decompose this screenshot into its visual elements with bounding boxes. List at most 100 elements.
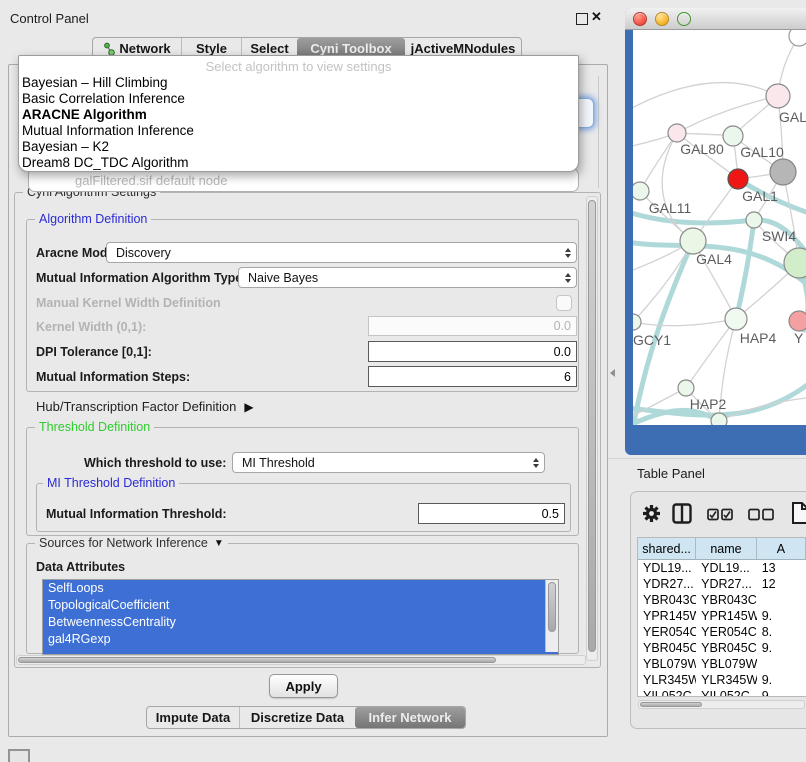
table-cell: YBR043C [638,592,696,608]
minimize-window-icon[interactable] [655,12,669,26]
settings-horizontal-scrollbar[interactable] [16,655,586,665]
chevron-down-icon[interactable]: ▼ [214,538,224,549]
table-row[interactable]: YBR045CYBR045C9. [638,640,806,656]
close-window-icon[interactable] [633,12,647,26]
attribute-item-topologicalcoefficient[interactable]: TopologicalCoefficient [43,597,558,614]
application-window: Control Panel ✕ NetworkStyleSelectCyni T… [0,0,806,762]
network-window-titlebar[interactable] [625,8,806,30]
table-row[interactable]: YDL19...YDL19...13 [638,560,806,576]
combo-spinner-icon [559,268,576,287]
table-panel-separator [608,458,806,459]
network-node[interactable] [711,413,727,425]
algorithm-option-dream8-dc-tdc-algorithm[interactable]: Dream8 DC_TDC Algorithm [19,155,578,171]
network-node-gal80[interactable] [668,124,686,142]
table-cell: YBR045C [638,640,696,656]
network-view-window[interactable]: GALGAL80GAL10GAL1GAL11SWI4GAL4GCY1HAP4YH… [625,8,806,455]
attribute-item-gal4rgexp[interactable]: gal4RGexp [43,631,558,648]
table-row[interactable]: YBL079WYBL079W [638,656,806,672]
bottom-tab-impute-data[interactable]: Impute Data [147,707,239,728]
network-canvas[interactable]: GALGAL80GAL10GAL1GAL11SWI4GAL4GCY1HAP4YH… [633,30,806,425]
algorithm-option-bayesian-hill-climbing[interactable]: Bayesian – Hill Climbing [19,75,578,91]
kernel-width-label: Kernel Width (0,1): [36,320,146,334]
mi-threshold-field[interactable]: 0.5 [418,503,565,524]
manual-kernel-label: Manual Kernel Width Definition [36,296,221,310]
aracne-mode-combo[interactable]: Discovery [106,242,577,263]
algorithm-option-basic-correlation-inference[interactable]: Basic Correlation Inference [19,91,578,107]
dpi-tolerance-field[interactable]: 0.0 [368,341,577,362]
table-settings-gear-icon[interactable] [642,504,661,523]
bottom-tab-infer-network[interactable]: Infer Network [355,707,465,728]
network-node-gal10[interactable] [723,126,743,146]
network-node-gal11[interactable] [633,182,649,200]
control-panel-bottom-tabs: Impute DataDiscretize DataInfer Network [146,706,466,729]
network-node-hap2[interactable] [678,380,694,396]
table-cell: YBR043C [696,592,757,608]
sources-group-title: Sources for Network Inference [39,536,208,550]
table-cell: 12 [757,576,806,592]
aracne-mode-value: Discovery [116,246,171,260]
control-panel-title: Control Panel [10,11,89,26]
node-label-gal11: GAL11 [649,200,692,216]
algorithm-option-bayesian-k2[interactable]: Bayesian – K2 [19,139,578,155]
zoom-window-icon[interactable] [677,12,691,26]
network-node-gcy1[interactable] [633,314,641,330]
column-header-a[interactable]: A [757,538,806,559]
network-node-y[interactable] [789,311,806,331]
network-node[interactable] [789,30,806,46]
table-row[interactable]: YDR27...YDR27...12 [638,576,806,592]
bottom-tab-discretize-data[interactable]: Discretize Data [239,707,355,728]
hub-definition-disclosure[interactable]: Hub/Transcription Factor Definition ▶ [36,399,254,414]
settings-vertical-scrollbar[interactable] [586,196,598,661]
table-horizontal-scrollbar[interactable] [638,700,805,709]
kernel-width-field[interactable]: 0.0 [368,316,577,336]
which-threshold-label: Which threshold to use: [84,456,226,470]
network-node[interactable] [770,159,796,185]
column-header-shared[interactable]: shared... [638,538,696,559]
show-columns-icon[interactable] [707,508,733,521]
hub-definition-label: Hub/Transcription Factor Definition [36,399,236,414]
export-table-icon[interactable] [790,501,806,525]
which-threshold-value: MI Threshold [242,456,315,470]
minimized-panel-icon[interactable] [8,749,30,762]
network-node-swi4[interactable] [746,212,762,228]
column-header-name[interactable]: name [696,538,757,559]
algorithm-option-aracne-algorithm[interactable]: ARACNE Algorithm [19,107,578,123]
table-row[interactable]: YPR145WYPR145W9. [638,608,806,624]
settings-horizontal-scrollbar-thumb[interactable] [18,657,496,663]
table-row[interactable]: YBR043CYBR043C [638,592,806,608]
data-attributes-list[interactable]: SelfLoopsTopologicalCoefficientBetweenne… [42,579,559,655]
attribute-item-selfloops[interactable]: SelfLoops [43,580,558,597]
table-horizontal-scrollbar-thumb[interactable] [640,702,702,707]
table-row[interactable]: YIL052CYIL052C9. [638,688,806,697]
apply-button[interactable]: Apply [269,674,338,698]
network-node-hap4[interactable] [725,308,747,330]
algorithm-option-mutual-information-inference[interactable]: Mutual Information Inference [19,123,578,139]
attribute-item-betweennesscentrality[interactable]: BetweennessCentrality [43,614,558,631]
network-node-gal1[interactable] [728,169,748,189]
table-body: YDL19...YDL19...13YDR27...YDR27...12YBR0… [638,560,806,697]
manual-kernel-checkbox[interactable] [556,295,572,311]
node-attribute-table[interactable]: shared...nameA YDL19...YDL19...13YDR27..… [637,537,806,697]
mi-type-combo[interactable]: Naive Bayes [238,267,577,288]
table-cell: 9. [757,608,806,624]
close-panel-icon[interactable]: ✕ [591,9,602,25]
table-row[interactable]: YER054CYER054C8. [638,624,806,640]
mi-threshold-label: Mutual Information Threshold: [46,507,227,521]
attributes-list-scrollbar-thumb[interactable] [548,582,556,632]
table-cell: 9. [757,672,806,688]
float-panel-icon[interactable] [576,13,588,25]
table-row[interactable]: YLR345WYLR345W9. [638,672,806,688]
algorithm-definition-title: Algorithm Definition [35,212,151,226]
which-threshold-combo[interactable]: MI Threshold [232,452,545,473]
mi-steps-field[interactable]: 6 [368,366,577,387]
split-pane-collapse-icon[interactable] [610,369,615,377]
settings-vertical-scrollbar-thumb[interactable] [588,200,596,652]
network-node-gal[interactable] [766,84,790,108]
algorithm-dropdown-popup: Select algorithm to view settings Bayesi… [18,55,579,172]
attributes-list-scrollbar[interactable] [545,580,558,652]
split-columns-icon[interactable] [672,503,692,524]
hide-columns-icon[interactable] [748,508,774,521]
data-attributes-label: Data Attributes [36,560,125,574]
table-cell: YER054C [696,624,757,640]
table-cell: 9. [757,640,806,656]
